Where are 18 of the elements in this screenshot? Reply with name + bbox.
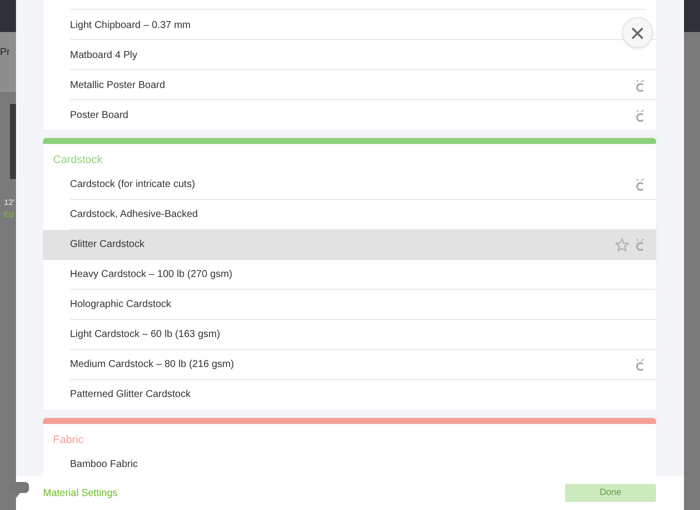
app-header-bar <box>0 0 16 32</box>
star-icon[interactable] <box>615 238 629 252</box>
material-item[interactable]: Holographic Cardstock <box>70 290 656 320</box>
material-item[interactable]: Cardstock, Adhesive-Backed <box>70 200 656 230</box>
app-header-bar <box>684 0 700 32</box>
material-item[interactable]: Heavy Cardstock – 100 lb (270 gsm) <box>70 260 656 290</box>
size-text: 12' <box>3 197 16 209</box>
header-text: Pr <box>0 47 10 58</box>
material-item[interactable]: Metallic Poster Board <box>70 70 656 100</box>
material-item[interactable]: Patterned Glitter Cardstock <box>43 380 656 410</box>
group-title: Cardstock <box>52 153 104 168</box>
material-item[interactable]: Poster Board <box>43 100 656 130</box>
material-item[interactable]: Light Cardstock – 60 lb (163 gsm) <box>70 320 656 350</box>
material-item[interactable]: Glitter Cardstock <box>43 230 656 260</box>
material-item[interactable]: Bamboo Fabric <box>43 449 656 476</box>
material-item[interactable]: Cardstock (for intricate cuts) <box>70 170 656 200</box>
group-title: Fabric <box>52 432 85 448</box>
material-item[interactable]: Medium Cardstock – 80 lb (216 gsm) <box>70 350 656 380</box>
